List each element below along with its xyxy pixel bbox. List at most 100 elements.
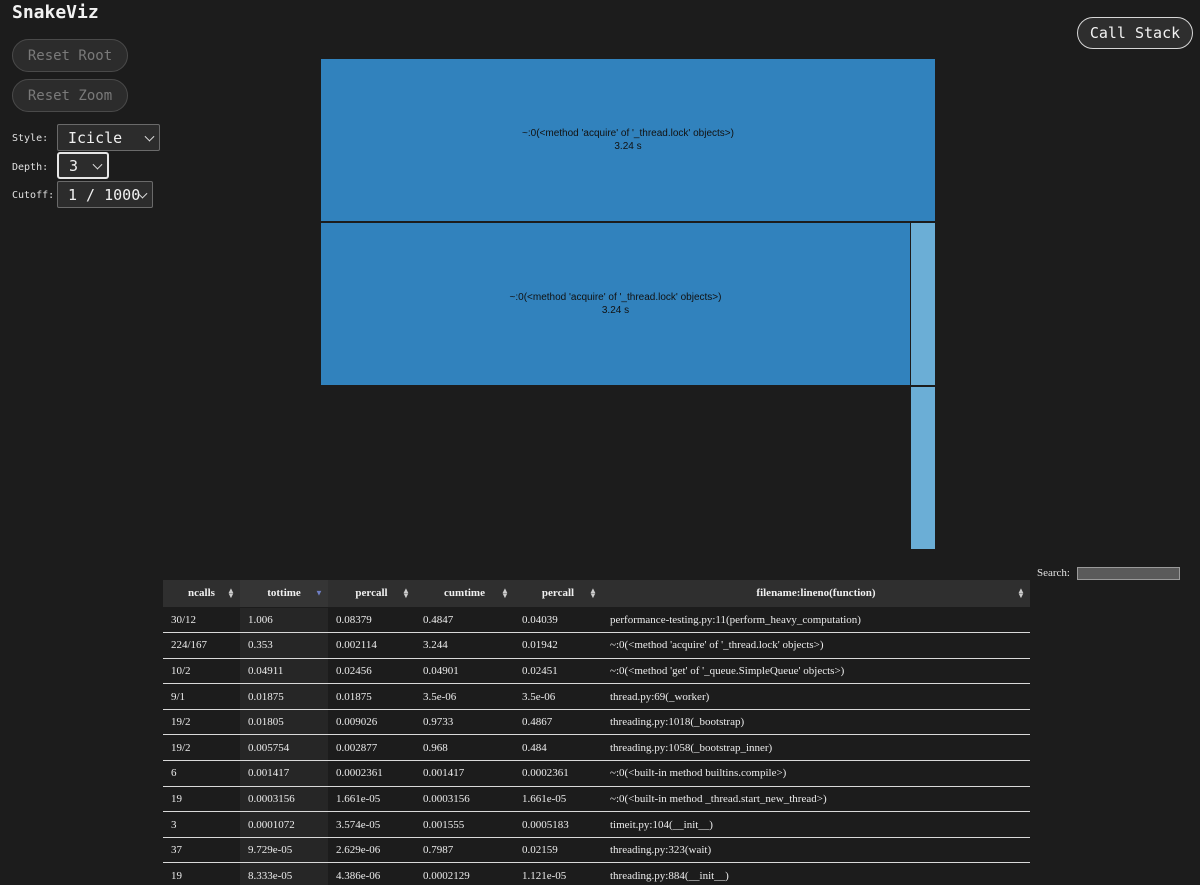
cell-tottime: 0.01805 (240, 709, 328, 736)
cell-percall-cum: 1.121e-05 (514, 862, 602, 885)
icicle-block-name: ~:0(<method 'acquire' of '_thread.lock' … (522, 128, 734, 139)
cell-cumtime: 3.244 (415, 632, 514, 659)
table-row[interactable]: 19 0.0003156 1.661e-05 0.0003156 1.661e-05 ~:… (163, 786, 1030, 813)
cell-cumtime: 0.0002129 (415, 862, 514, 885)
cell-function[interactable]: threading.py:1018(_bootstrap) (602, 709, 1030, 736)
icicle-block-child[interactable]: ~:0(<method 'acquire' of '_thread.lock' … (320, 222, 911, 386)
icicle-block-time: 3.24 s (614, 141, 642, 152)
app-title: SnakeViz (12, 2, 99, 23)
cell-ncalls: 10/2 (163, 658, 240, 685)
sort-icon: ▲ ▼ (1017, 586, 1025, 601)
column-header-ncalls[interactable]: ncalls ▲ ▼ (163, 580, 240, 608)
cell-percall: 0.01875 (328, 683, 415, 710)
depth-select[interactable]: 3 (57, 152, 109, 179)
sort-icon: ▲ ▼ (227, 586, 235, 601)
cell-ncalls: 224/167 (163, 632, 240, 659)
cell-percall: 0.009026 (328, 709, 415, 736)
cell-percall-cum: 0.04039 (514, 607, 602, 634)
icicle-block-time: 3.24 s (601, 305, 630, 316)
cell-cumtime: 0.7987 (415, 837, 514, 864)
cell-function[interactable]: timeit.py:104(__init__) (602, 811, 1030, 838)
cutoff-select[interactable]: 1 / 1000 (57, 181, 153, 208)
cell-ncalls: 19/2 (163, 734, 240, 762)
column-header-tottime[interactable]: tottime ▼ (240, 580, 328, 608)
table-row[interactable]: 37 9.729e-05 2.629e-06 0.7987 0.02159 threadi… (163, 837, 1030, 864)
cell-tottime: 8.333e-05 (240, 862, 328, 885)
style-select[interactable]: Icicle (57, 124, 160, 151)
sort-desc-icon: ▼ (315, 588, 323, 598)
stats-table: ncalls ▲ ▼ tottime ▼ percall ▲ ▼ cumtime ▲ ▼ pe… (163, 580, 1030, 885)
cell-ncalls: 9/1 (163, 683, 240, 710)
cell-cumtime: 0.968 (415, 734, 514, 762)
cell-function[interactable]: threading.py:323(wait) (602, 837, 1030, 864)
cell-percall: 0.0002361 (328, 760, 415, 787)
column-header-function[interactable]: filename:lineno(function) ▲ ▼ (602, 580, 1030, 608)
table-row[interactable]: 19/2 0.01805 0.009026 0.9733 0.4867 threading… (163, 709, 1030, 736)
cell-function[interactable]: ~:0(<method 'acquire' of '_thread.lock' … (602, 632, 1030, 659)
table-row[interactable]: 224/167 0.353 0.002114 3.244 0.01942 ~:0(<met… (163, 632, 1030, 659)
search-input[interactable] (1077, 567, 1180, 580)
cell-function[interactable]: ~:0(<method 'get' of '_queue.SimpleQueue… (602, 658, 1030, 685)
reset-zoom-button[interactable]: Reset Zoom (12, 79, 128, 112)
cell-cumtime: 3.5e-06 (415, 683, 514, 710)
cell-percall: 0.02456 (328, 658, 415, 685)
table-row[interactable]: 30/12 1.006 0.08379 0.4847 0.04039 performanc… (163, 607, 1030, 634)
cell-cumtime: 0.001555 (415, 811, 514, 838)
cell-ncalls: 37 (163, 837, 240, 864)
table-row[interactable]: 3 0.0001072 3.574e-05 0.001555 0.0005183 time… (163, 811, 1030, 838)
cell-ncalls: 30/12 (163, 607, 240, 634)
cell-tottime: 0.005754 (240, 734, 328, 762)
cell-percall: 3.574e-05 (328, 811, 415, 838)
cell-cumtime: 0.04901 (415, 658, 514, 685)
cell-cumtime: 0.001417 (415, 760, 514, 787)
cell-function[interactable]: thread.py:69(_worker) (602, 683, 1030, 710)
cell-percall: 0.002877 (328, 734, 415, 762)
cell-percall-cum: 0.02159 (514, 837, 602, 864)
cell-function[interactable]: performance-testing.py:11(perform_heavy_… (602, 607, 1030, 634)
cell-function[interactable]: threading.py:884(__init__) (602, 862, 1030, 885)
cell-function[interactable]: ~:0(<built-in method builtins.compile>) (602, 760, 1030, 787)
call-stack-button[interactable]: Call Stack (1077, 17, 1193, 49)
icicle-block-name: ~:0(<method 'acquire' of '_thread.lock' … (509, 292, 722, 303)
table-row[interactable]: 19 8.333e-05 4.386e-06 0.0002129 1.121e-05 th… (163, 862, 1030, 885)
table-row[interactable]: 10/2 0.04911 0.02456 0.04901 0.02451 ~:0(<met… (163, 658, 1030, 685)
cell-percall-cum: 0.01942 (514, 632, 602, 659)
cell-function[interactable]: ~:0(<built-in method _thread.start_new_t… (602, 786, 1030, 813)
cell-percall-cum: 1.661e-05 (514, 786, 602, 813)
cell-percall-cum: 0.0005183 (514, 811, 602, 838)
sort-icon: ▲ ▼ (589, 586, 597, 601)
column-header-percall[interactable]: percall ▲ ▼ (328, 580, 415, 608)
cell-percall: 0.08379 (328, 607, 415, 634)
cell-percall: 1.661e-05 (328, 786, 415, 813)
column-header-cumtime[interactable]: cumtime ▲ ▼ (415, 580, 514, 608)
cell-tottime: 0.01875 (240, 683, 328, 710)
cell-ncalls: 3 (163, 811, 240, 838)
reset-root-button[interactable]: Reset Root (12, 39, 128, 72)
cell-ncalls: 6 (163, 760, 240, 787)
cell-ncalls: 19/2 (163, 709, 240, 736)
sort-icon: ▲ ▼ (501, 586, 509, 601)
sort-icon: ▲ ▼ (402, 586, 410, 601)
cell-percall-cum: 0.484 (514, 734, 602, 762)
icicle-block-small[interactable] (910, 222, 936, 386)
table-row[interactable]: 9/1 0.01875 0.01875 3.5e-06 3.5e-06 thread.py… (163, 683, 1030, 710)
icicle-block-small[interactable] (910, 386, 936, 550)
cell-tottime: 0.0003156 (240, 786, 328, 813)
cell-tottime: 0.04911 (240, 658, 328, 685)
cell-percall: 0.002114 (328, 632, 415, 659)
column-header-percall-cum[interactable]: percall ▲ ▼ (514, 580, 602, 608)
style-select-value: Icicle (68, 128, 123, 147)
cell-tottime: 0.0001072 (240, 811, 328, 838)
table-row[interactable]: 19/2 0.005754 0.002877 0.968 0.484 threading.… (163, 734, 1030, 762)
cell-function[interactable]: threading.py:1058(_bootstrap_inner) (602, 734, 1030, 762)
search-label: Search: (1037, 567, 1070, 579)
style-label: Style: (12, 133, 49, 144)
cell-percall-cum: 0.4867 (514, 709, 602, 736)
icicle-block-root[interactable]: ~:0(<method 'acquire' of '_thread.lock' … (320, 58, 936, 222)
cell-tottime: 0.001417 (240, 760, 328, 787)
cell-cumtime: 0.9733 (415, 709, 514, 736)
cell-ncalls: 19 (163, 786, 240, 813)
table-row[interactable]: 6 0.001417 0.0002361 0.001417 0.0002361 ~:0(<… (163, 760, 1030, 787)
table-header-row: ncalls ▲ ▼ tottime ▼ percall ▲ ▼ cumtime ▲ ▼ pe… (163, 580, 1030, 608)
cutoff-select-value: 1 / 1000 (68, 185, 141, 204)
